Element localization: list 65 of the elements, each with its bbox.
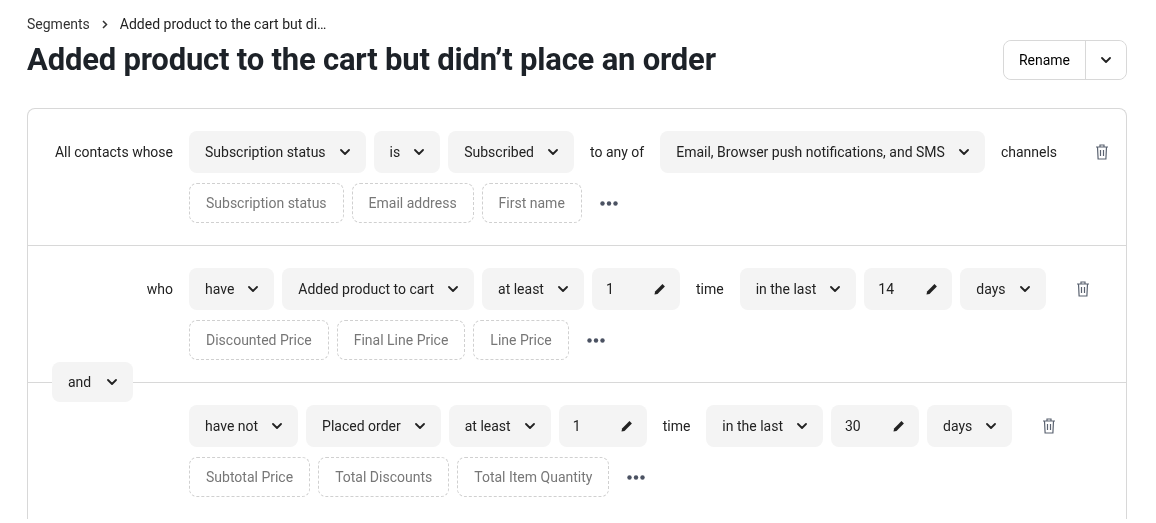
delete-icon[interactable] — [1075, 281, 1090, 297]
chevron-down-icon — [986, 423, 997, 429]
dropdown[interactable]: days — [927, 405, 1013, 447]
attribute-chip[interactable]: Subscription status — [189, 183, 344, 223]
delete-icon[interactable] — [1042, 418, 1057, 434]
dropdown[interactable]: Added product to cart — [282, 268, 475, 310]
chevron-down-icon — [524, 423, 535, 429]
chevron-down-icon — [830, 286, 841, 292]
condition-text: to any of — [589, 144, 646, 160]
chevron-down-icon — [414, 149, 425, 155]
number-field[interactable]: 1 — [591, 268, 680, 310]
chevron-down-icon — [272, 423, 283, 429]
condition-text: time — [694, 281, 725, 297]
dropdown[interactable]: Placed order — [306, 405, 441, 447]
breadcrumb-item[interactable]: Segments — [27, 16, 90, 32]
more-icon[interactable] — [599, 200, 618, 206]
page-title: Added product to the cart but didn’t place an order — [27, 40, 716, 78]
chevron-down-icon — [248, 286, 259, 292]
delete-icon[interactable] — [1095, 144, 1110, 160]
dropdown[interactable]: in the last — [739, 268, 857, 310]
condition-label: All contacts whose — [54, 144, 173, 160]
attribute-chip[interactable]: Line Price — [473, 320, 569, 360]
attribute-chip[interactable]: First name — [481, 183, 582, 223]
chevron-right-icon — [101, 19, 108, 29]
dropdown[interactable]: at least — [448, 405, 551, 447]
joiner-dropdown[interactable]: and — [52, 362, 134, 402]
more-icon[interactable] — [586, 337, 605, 343]
chevron-down-icon — [448, 286, 459, 292]
breadcrumb-item: Added product to the cart but di… — [119, 16, 327, 32]
condition-text: channels — [999, 144, 1059, 160]
dropdown[interactable]: is — [373, 131, 441, 173]
condition-text: time — [661, 418, 692, 434]
number-field[interactable]: 30 — [831, 405, 919, 447]
dropdown[interactable]: at least — [482, 268, 584, 310]
pencil-icon — [653, 283, 666, 295]
dropdown[interactable]: have — [189, 268, 275, 310]
chevron-down-icon — [557, 286, 568, 292]
more-icon[interactable] — [627, 474, 646, 480]
attribute-chip[interactable]: Discounted Price — [189, 320, 329, 360]
number-field[interactable]: 14 — [864, 268, 953, 310]
pencil-icon — [926, 283, 939, 295]
chevron-down-icon — [339, 149, 350, 155]
dropdown[interactable]: in the last — [706, 405, 823, 447]
chevron-down-icon — [797, 423, 807, 429]
attribute-chip[interactable]: Subtotal Price — [189, 457, 311, 497]
dropdown[interactable]: Subscription status — [189, 131, 366, 173]
condition-label: who — [146, 281, 173, 297]
chevron-down-icon — [1019, 286, 1030, 292]
attribute-chip[interactable]: Final Line Price — [336, 320, 466, 360]
pencil-icon — [893, 420, 905, 432]
chevron-down-icon — [1101, 57, 1111, 63]
attribute-chip[interactable]: Email address — [351, 183, 474, 223]
chevron-down-icon — [107, 379, 118, 385]
number-field[interactable]: 1 — [558, 405, 647, 447]
chevron-down-icon — [414, 423, 425, 429]
dropdown[interactable]: Subscribed — [448, 131, 574, 173]
pencil-icon — [620, 420, 633, 432]
dropdown[interactable]: days — [960, 268, 1046, 310]
dropdown[interactable]: Email, Browser push notifications, and SMS — [660, 131, 985, 173]
dropdown[interactable]: have not — [189, 405, 299, 447]
rename-button[interactable]: Rename — [1003, 41, 1086, 79]
chevron-down-icon — [958, 149, 969, 155]
attribute-chip[interactable]: Total Item Quantity — [457, 457, 610, 497]
attribute-chip[interactable]: Total Discounts — [318, 457, 450, 497]
chevron-down-icon — [548, 149, 558, 155]
